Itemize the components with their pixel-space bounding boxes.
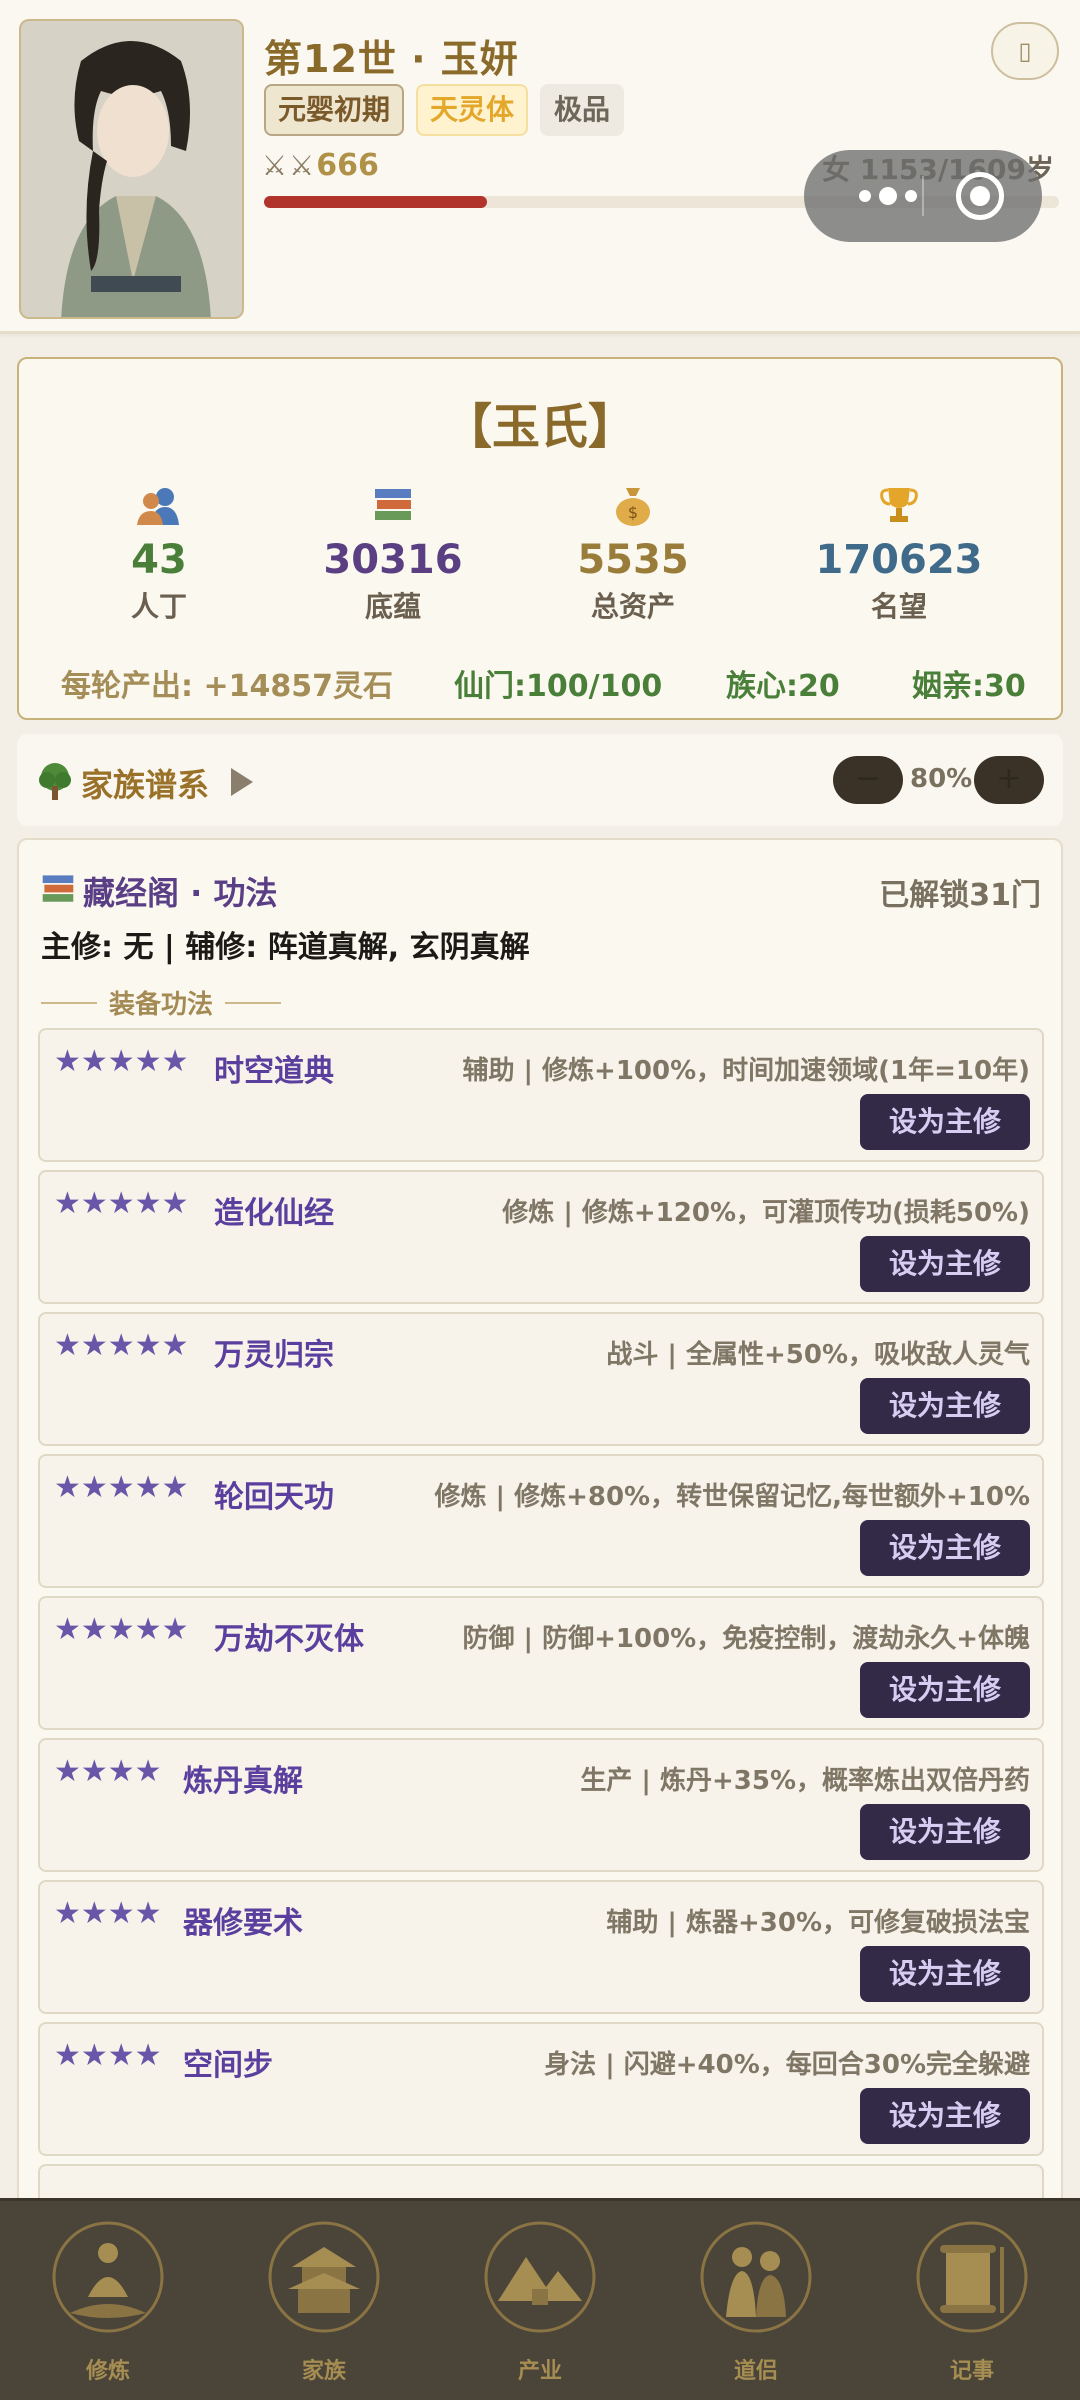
skill-card: ★★★★★ 万灵归宗 战斗 | 全属性+50%，吸收敌人灵气 设为主修 — [38, 1312, 1044, 1446]
stat-heritage: 30316 底蕴 — [293, 481, 493, 625]
money-bag-icon: $ — [533, 481, 733, 529]
nav-clan[interactable]: 家族 — [216, 2201, 432, 2400]
zoom-level: 80% — [910, 764, 973, 794]
skill-desc: 辅助 | 修炼+100%，时间加速领域(1年=10年) — [462, 1056, 1030, 1086]
marriage-count: 姻亲:30 — [912, 669, 1026, 704]
clan-heart: 族心:20 — [726, 669, 840, 704]
nav-chronicle[interactable]: 记事 — [864, 2201, 1080, 2400]
star-rating: ★★★★★ — [54, 1044, 189, 1079]
skill-name: 时空道典 — [214, 1054, 334, 1089]
skill-desc: 生产 | 炼丹+35%，概率炼出双倍丹药 — [580, 1766, 1030, 1796]
skill-desc: 修炼 | 修炼+120%，可灌顶传功(损耗50%) — [502, 1198, 1030, 1228]
scroll-icon — [916, 2221, 1028, 2333]
star-rating: ★★★★★ — [54, 1470, 189, 1505]
skill-name: 炼丹真解 — [183, 1764, 303, 1799]
set-main-button[interactable]: 设为主修 — [860, 1094, 1030, 1150]
family-tree-label: 家族谱系 — [81, 766, 210, 804]
stat-assets: $ 5535 总资产 — [533, 481, 733, 625]
power-display: ⚔ ⚔ 666 — [262, 148, 379, 183]
bottom-nav: 修炼 家族 产业 道侣 记事 — [0, 2198, 1080, 2400]
skill-card: ★★★★★ 万劫不灭体 防御 | 防御+100%，免疫控制，渡劫永久+体魄 设为… — [38, 1596, 1044, 1730]
star-rating: ★★★★ — [54, 2038, 162, 2073]
settings-button[interactable]: ▯ — [991, 22, 1059, 80]
close-target-icon[interactable] — [956, 172, 1004, 220]
stat-population: 43 人丁 — [59, 481, 259, 625]
set-main-button[interactable]: 设为主修 — [860, 1236, 1030, 1292]
nav-industry[interactable]: 产业 — [432, 2201, 648, 2400]
skill-desc: 身法 | 闪避+40%，每回合30%完全躲避 — [544, 2050, 1030, 2080]
clan-card: 【玉氏】 43 人丁 30316 底蕴 $ 5535 总资产 170623 名望… — [17, 357, 1063, 720]
library-header: 藏经阁 · 功法 — [41, 868, 277, 914]
skill-desc: 防御 | 防御+100%，免疫控制，渡劫永久+体魄 — [462, 1624, 1031, 1654]
nav-cultivate[interactable]: 修炼 — [0, 2201, 216, 2400]
svg-text:$: $ — [628, 503, 638, 522]
skill-card: ★★★★ 炼丹真解 生产 | 炼丹+35%，概率炼出双倍丹药 设为主修 — [38, 1738, 1044, 1872]
cultivation-status: 主修: 无 | 辅修: 阵道真解, 玄阴真解 — [41, 930, 530, 965]
trophy-icon — [799, 481, 999, 529]
zoom-in-button[interactable]: + — [974, 756, 1044, 804]
crossed-swords-icon: ⚔ — [289, 149, 315, 182]
set-main-button[interactable]: 设为主修 — [860, 1378, 1030, 1434]
skill-name: 器修要术 — [183, 1906, 303, 1941]
tree-icon — [37, 762, 73, 804]
meditation-icon — [52, 2221, 164, 2333]
pavilion-icon — [268, 2221, 380, 2333]
skill-name: 万劫不灭体 — [214, 1622, 364, 1657]
character-title: 第12世 · 玉妍 — [264, 37, 519, 81]
skill-name: 造化仙经 — [214, 1196, 334, 1231]
set-main-button[interactable]: 设为主修 — [860, 2088, 1030, 2144]
body-type-badge: 天灵体 — [416, 84, 529, 136]
books-icon — [293, 481, 493, 529]
skill-card: ★★★★★ 时空道典 辅助 | 修炼+100%，时间加速领域(1年=10年) 设… — [38, 1028, 1044, 1162]
grade-badge: 极品 — [540, 84, 625, 136]
skill-card: ★★★★★ 造化仙经 修炼 | 修炼+120%，可灌顶传功(损耗50%) 设为主… — [38, 1170, 1044, 1304]
library-title: 藏经阁 · 功法 — [83, 874, 278, 912]
library-panel: 藏经阁 · 功法 已解锁31门 主修: 无 | 辅修: 阵道真解, 玄阴真解 装… — [17, 838, 1063, 2400]
people-icon — [59, 481, 259, 529]
skill-card: ★★★★★ 轮回天功 修炼 | 修炼+80%，转世保留记忆,每世额外+10% 设… — [38, 1454, 1044, 1588]
books-icon — [41, 872, 75, 910]
power-value: 666 — [316, 148, 379, 183]
star-rating: ★★★★★ — [54, 1186, 189, 1221]
set-main-button[interactable]: 设为主修 — [860, 1804, 1030, 1860]
character-portrait[interactable] — [19, 19, 244, 319]
family-tree-row[interactable]: 家族谱系 − 80% + — [17, 734, 1063, 826]
zoom-out-button[interactable]: − — [833, 756, 903, 804]
skill-desc: 辅助 | 炼器+30%，可修复破损法宝 — [606, 1908, 1030, 1938]
nav-partner[interactable]: 道侣 — [648, 2201, 864, 2400]
character-header: 第12世 · 玉妍 元婴初期 天灵体 极品 ⚔ ⚔ 666 女 1153/160… — [0, 0, 1080, 334]
crossed-swords-icon: ⚔ — [262, 149, 288, 182]
set-main-button[interactable]: 设为主修 — [860, 1946, 1030, 2002]
mountain-icon — [484, 2221, 596, 2333]
more-dots-icon — [859, 190, 871, 202]
skill-card: ★★★★ 器修要术 辅助 | 炼器+30%，可修复破损法宝 设为主修 — [38, 1880, 1044, 2014]
set-main-button[interactable]: 设为主修 — [860, 1662, 1030, 1718]
expand-arrow-icon[interactable] — [231, 768, 253, 796]
star-rating: ★★★★ — [54, 1896, 162, 1931]
skill-desc: 修炼 | 修炼+80%，转世保留记忆,每世额外+10% — [434, 1482, 1030, 1512]
star-rating: ★★★★★ — [54, 1612, 189, 1647]
skill-name: 轮回天功 — [214, 1480, 334, 1515]
sect-count: 仙门:100/100 — [454, 669, 663, 704]
settings-icon: ▯ — [1018, 37, 1032, 65]
lifespan-bar-fill — [264, 196, 487, 208]
output-per-round: 每轮产出: +14857灵石 — [61, 669, 393, 704]
set-main-button[interactable]: 设为主修 — [860, 1520, 1030, 1576]
miniprogram-capsule — [804, 150, 1042, 242]
couple-icon — [700, 2221, 812, 2333]
realm-badge: 元婴初期 — [264, 84, 405, 136]
skill-desc: 战斗 | 全属性+50%，吸收敌人灵气 — [606, 1340, 1030, 1370]
star-rating: ★★★★ — [54, 1754, 162, 1789]
section-label: 装备功法 — [109, 990, 214, 1020]
section-divider: 装备功法 — [41, 984, 282, 1021]
star-rating: ★★★★★ — [54, 1328, 189, 1363]
badge-row: 元婴初期 天灵体 极品 — [264, 84, 625, 136]
stat-reputation: 170623 名望 — [799, 481, 999, 625]
skill-name: 空间步 — [183, 2048, 273, 2083]
skill-list: ★★★★★ 时空道典 辅助 | 修炼+100%，时间加速领域(1年=10年) 设… — [38, 1028, 1044, 2306]
skill-card: ★★★★ 空间步 身法 | 闪避+40%，每回合30%完全躲避 设为主修 — [38, 2022, 1044, 2156]
skill-name: 万灵归宗 — [214, 1338, 334, 1373]
clan-name: 【玉氏】 — [443, 399, 636, 455]
unlocked-count: 已解锁31门 — [879, 878, 1041, 913]
